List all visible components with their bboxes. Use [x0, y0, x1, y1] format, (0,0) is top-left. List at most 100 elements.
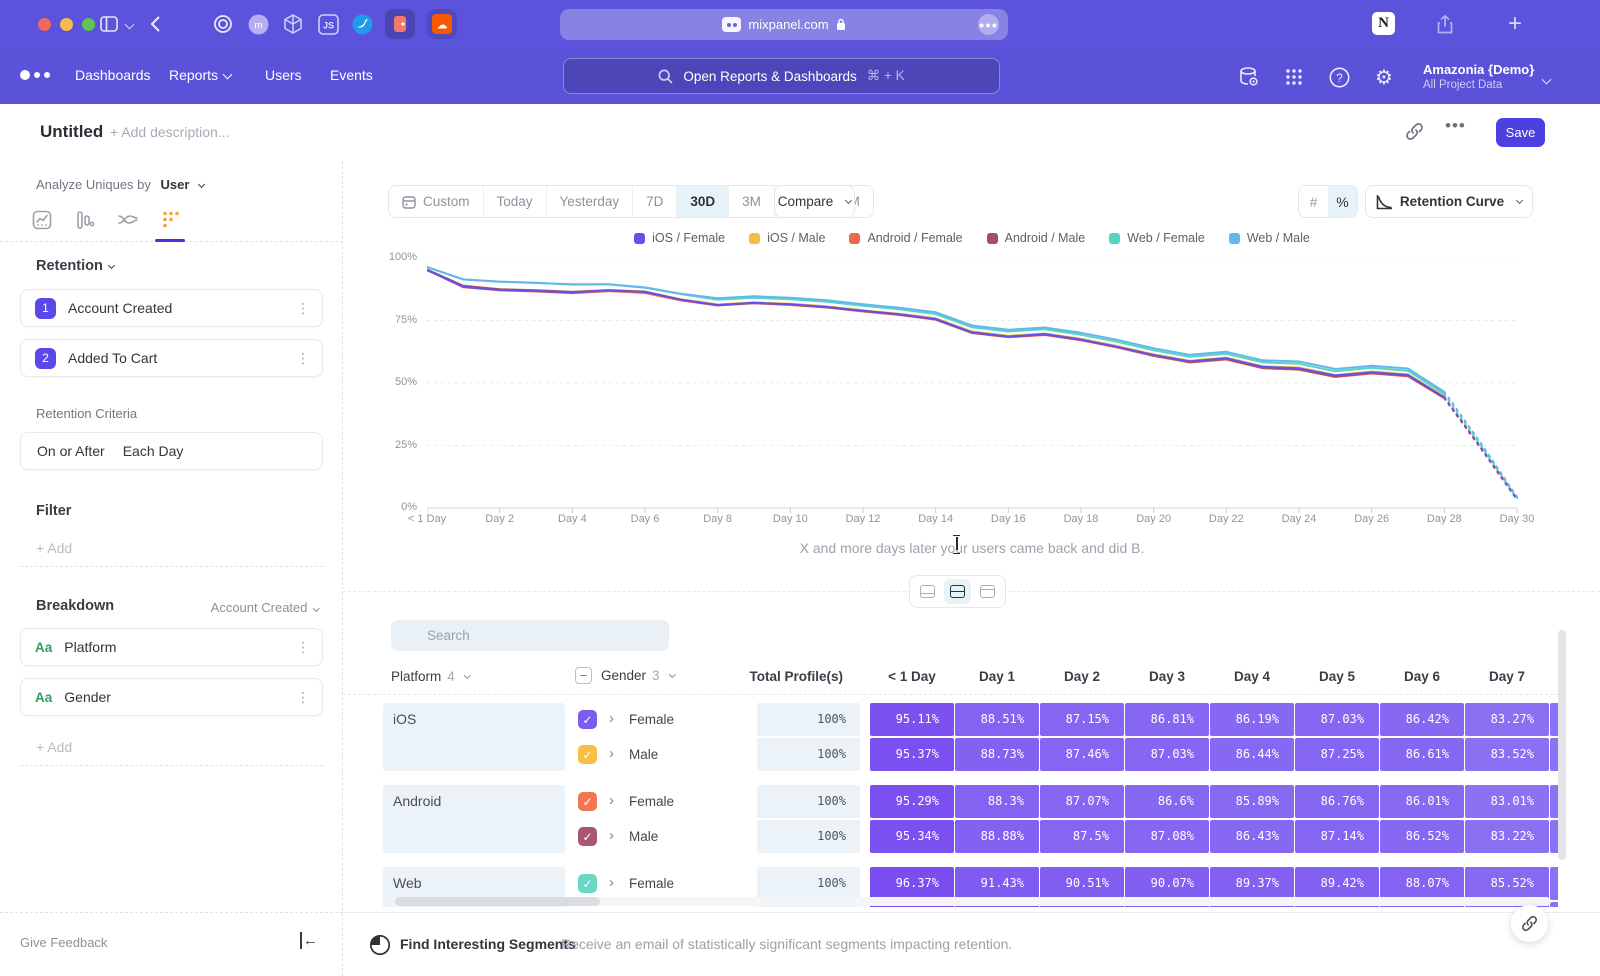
legend-item[interactable]: iOS / Female: [634, 231, 725, 245]
traffic-light-close[interactable]: [38, 18, 51, 31]
expand-row-icon[interactable]: ›: [609, 745, 614, 762]
breakdown-card-gender[interactable]: Aa Gender ⋮: [20, 678, 323, 716]
retention-value-cell[interactable]: 87.25%: [1295, 738, 1379, 771]
retention-value-cell[interactable]: 95.29%: [870, 785, 954, 818]
column-header-platform[interactable]: Platform4: [391, 669, 469, 684]
retention-value-cell[interactable]: 87.46%: [1040, 738, 1124, 771]
give-feedback-link[interactable]: Give Feedback: [20, 935, 107, 950]
account-switcher[interactable]: Amazonia {Demo} All Project Data: [1423, 62, 1534, 91]
expand-row-icon[interactable]: ›: [609, 792, 614, 809]
retention-value-cell[interactable]: 86.61%: [1380, 738, 1464, 771]
retention-value-cell[interactable]: 88.07%: [1380, 867, 1464, 900]
bird-extension-icon[interactable]: [352, 12, 373, 36]
legend-item[interactable]: Web / Male: [1229, 231, 1310, 245]
percent-toggle[interactable]: %: [1328, 186, 1357, 217]
add-breakdown-button[interactable]: + Add: [20, 728, 323, 766]
retention-value-cell[interactable]: 83.27%: [1465, 703, 1549, 736]
mixpanel-logo-icon[interactable]: [20, 70, 50, 80]
view-split[interactable]: [944, 579, 971, 604]
step-options-icon[interactable]: ⋮: [296, 350, 310, 367]
table-search-input[interactable]: [391, 620, 669, 651]
sidebar-toggle-icon[interactable]: [100, 12, 118, 36]
tab-flows[interactable]: [117, 209, 139, 231]
retention-value-cell[interactable]: [1550, 820, 1558, 853]
report-title[interactable]: Untitled: [40, 122, 103, 142]
retention-value-cell[interactable]: [1550, 867, 1558, 900]
share-link-fab[interactable]: [1511, 905, 1548, 942]
nav-users[interactable]: Users: [265, 67, 302, 83]
retention-value-cell[interactable]: 87.03%: [1295, 703, 1379, 736]
range-custom[interactable]: Custom: [389, 186, 484, 217]
nav-events[interactable]: Events: [330, 67, 373, 83]
analyze-by-row[interactable]: Analyze Uniques by User: [36, 177, 204, 192]
retention-value-cell[interactable]: 87.03%: [1125, 738, 1209, 771]
breakdown-property[interactable]: Gender: [64, 689, 111, 705]
retention-value-cell[interactable]: 88.73%: [955, 738, 1039, 771]
global-search-bar[interactable]: Open Reports & Dashboards ⌘ + K: [563, 58, 1000, 94]
retention-criteria-card[interactable]: On or After Each Day: [20, 432, 323, 470]
retention-value-cell[interactable]: [1550, 703, 1558, 736]
breakdown-card-platform[interactable]: Aa Platform ⋮: [20, 628, 323, 666]
notebook-extension-icon[interactable]: [385, 9, 415, 39]
new-tab-icon[interactable]: +: [1508, 12, 1522, 36]
retention-value-cell[interactable]: 86.43%: [1210, 820, 1294, 853]
apps-grid-icon[interactable]: [1281, 64, 1307, 90]
site-options-icon[interactable]: ●●●: [978, 14, 999, 35]
column-header-day[interactable]: < 1 Day: [870, 669, 954, 684]
legend-item[interactable]: Web / Female: [1109, 231, 1205, 245]
absolute-numbers-toggle[interactable]: #: [1299, 186, 1328, 217]
retention-value-cell[interactable]: 86.01%: [1380, 785, 1464, 818]
retention-value-cell[interactable]: 90.51%: [1040, 867, 1124, 900]
retention-value-cell[interactable]: 87.14%: [1295, 820, 1379, 853]
share-icon[interactable]: [1437, 12, 1453, 36]
range-30d[interactable]: 30D: [677, 186, 729, 217]
retention-value-cell[interactable]: 87.15%: [1040, 703, 1124, 736]
retention-value-cell[interactable]: 87.07%: [1040, 785, 1124, 818]
retention-value-cell[interactable]: 86.52%: [1380, 820, 1464, 853]
copy-link-icon[interactable]: [1405, 122, 1424, 146]
column-header-day[interactable]: Day 4: [1210, 669, 1294, 684]
target-extension-icon[interactable]: [213, 12, 233, 36]
tab-dropdown-icon[interactable]: [126, 12, 133, 36]
back-icon[interactable]: [150, 12, 160, 36]
nav-dashboards[interactable]: Dashboards: [75, 67, 151, 83]
series-checkbox[interactable]: ✓: [578, 874, 597, 893]
column-header-total-profiles[interactable]: Total Profile(s): [643, 669, 843, 684]
data-management-icon[interactable]: [1236, 64, 1262, 90]
series-checkbox[interactable]: ✓: [578, 827, 597, 846]
series-checkbox[interactable]: ✓: [578, 792, 597, 811]
range-7d[interactable]: 7D: [633, 186, 677, 217]
m-avatar-extension-icon[interactable]: m: [248, 12, 269, 36]
expand-row-icon[interactable]: ›: [609, 710, 614, 727]
retention-value-cell[interactable]: 85.89%: [1210, 785, 1294, 818]
legend-item[interactable]: iOS / Male: [749, 231, 825, 245]
range-3m[interactable]: 3M: [729, 186, 775, 217]
retention-value-cell[interactable]: 89.42%: [1295, 867, 1379, 900]
analyze-value[interactable]: User: [161, 177, 190, 192]
retention-value-cell[interactable]: 86.44%: [1210, 738, 1294, 771]
find-interesting-segments-link[interactable]: Find Interesting Segments: [400, 936, 576, 952]
gender-label[interactable]: Female: [629, 876, 674, 891]
retention-value-cell[interactable]: 89.37%: [1210, 867, 1294, 900]
retention-value-cell[interactable]: 88.88%: [955, 820, 1039, 853]
expand-row-icon[interactable]: ›: [609, 827, 614, 844]
step-event-label[interactable]: Account Created: [68, 300, 172, 316]
retention-value-cell[interactable]: 86.76%: [1295, 785, 1379, 818]
retention-value-cell[interactable]: 96.37%: [870, 867, 954, 900]
horizontal-scrollbar[interactable]: [395, 897, 600, 906]
range-yesterday[interactable]: Yesterday: [547, 186, 634, 217]
retention-section-header[interactable]: Retention: [36, 258, 114, 274]
range-today[interactable]: Today: [484, 186, 547, 217]
column-header-day[interactable]: Day 7: [1465, 669, 1549, 684]
save-button[interactable]: Save: [1496, 118, 1545, 147]
retention-value-cell[interactable]: 83.52%: [1465, 738, 1549, 771]
breakdown-options-icon[interactable]: ⋮: [296, 639, 310, 656]
add-filter-button[interactable]: + Add: [20, 529, 323, 567]
chart-type-button[interactable]: Retention Curve: [1365, 185, 1533, 218]
tab-insights[interactable]: [31, 209, 53, 231]
gender-label[interactable]: Male: [629, 747, 658, 762]
more-options-icon[interactable]: •••: [1445, 116, 1466, 136]
retention-value-cell[interactable]: 86.6%: [1125, 785, 1209, 818]
legend-item[interactable]: Android / Male: [987, 231, 1086, 245]
retention-value-cell[interactable]: [1550, 785, 1558, 818]
